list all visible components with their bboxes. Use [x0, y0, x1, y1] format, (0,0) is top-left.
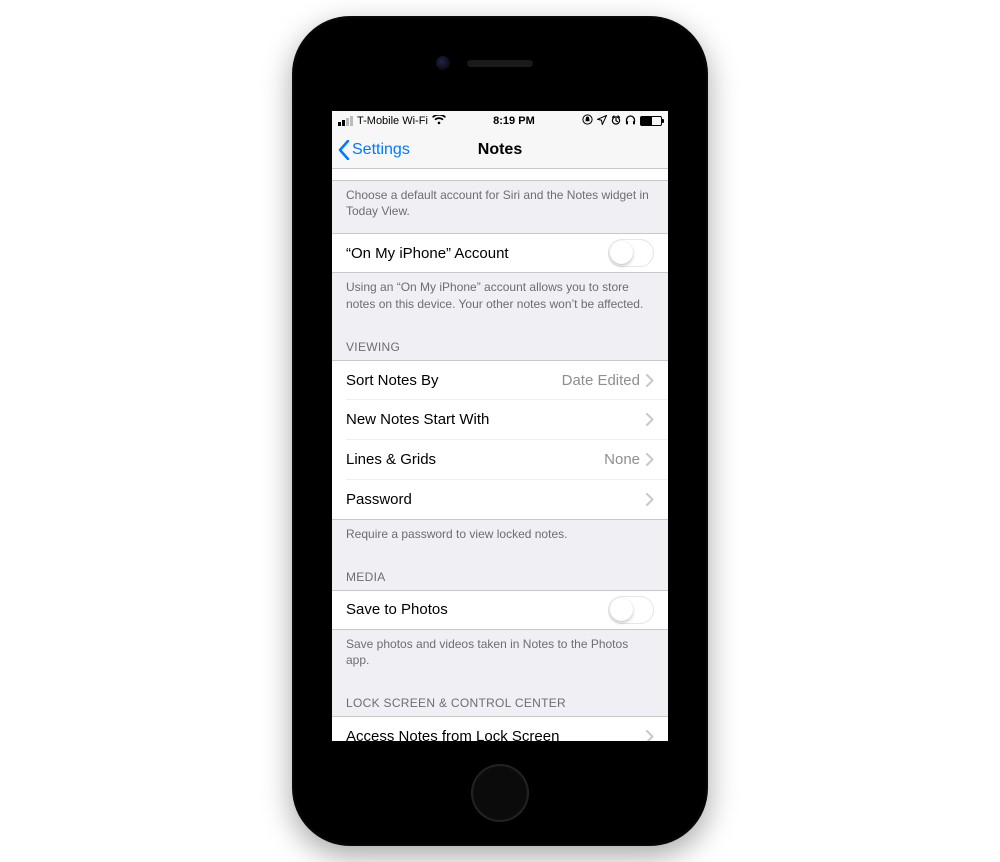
navigation-bar: Settings Notes	[332, 131, 668, 169]
save-to-photos-toggle[interactable]	[608, 596, 654, 624]
default-account-footer: Choose a default account for Siri and th…	[332, 181, 668, 233]
on-my-iphone-footer: Using an “On My iPhone” account allows y…	[332, 273, 668, 325]
battery-icon	[640, 116, 662, 126]
headphones-icon	[625, 115, 636, 128]
row-label: Password	[346, 491, 412, 508]
chevron-right-icon	[646, 413, 654, 426]
password-row[interactable]: Password	[332, 480, 668, 520]
on-my-iphone-toggle[interactable]	[608, 239, 654, 267]
viewing-header: Viewing	[332, 326, 668, 360]
row-label: Lines & Grids	[346, 451, 436, 468]
sort-notes-row[interactable]: Sort Notes By Date Edited	[332, 360, 668, 400]
screen: T-Mobile Wi-Fi 8:19 PM	[332, 111, 668, 741]
settings-list[interactable]: Default Account iCloud Choose a default …	[332, 169, 668, 741]
orientation-lock-icon	[582, 114, 593, 128]
chevron-right-icon	[646, 374, 654, 387]
new-notes-start-row[interactable]: New Notes Start With	[332, 400, 668, 440]
row-label: Save to Photos	[346, 601, 448, 618]
location-icon	[597, 115, 607, 128]
default-account-row[interactable]: Default Account iCloud	[332, 169, 668, 181]
row-label: New Notes Start With	[346, 411, 489, 428]
row-label: “On My iPhone” Account	[346, 245, 509, 262]
media-header: Media	[332, 556, 668, 590]
chevron-right-icon	[646, 493, 654, 506]
chevron-right-icon	[646, 730, 654, 741]
carrier-label: T-Mobile Wi-Fi	[357, 115, 428, 127]
chevron-right-icon	[646, 453, 654, 466]
iphone-frame: T-Mobile Wi-Fi 8:19 PM	[292, 16, 708, 846]
alarm-icon	[611, 115, 621, 128]
row-value: None	[604, 451, 640, 468]
lines-grids-row[interactable]: Lines & Grids None	[332, 440, 668, 480]
row-label: Sort Notes By	[346, 372, 439, 389]
page-title: Notes	[332, 141, 668, 159]
on-my-iphone-row[interactable]: “On My iPhone” Account	[332, 233, 668, 273]
wifi-icon	[432, 115, 446, 128]
row-value: Date Edited	[562, 372, 640, 389]
row-label: Access Notes from Lock Screen	[346, 728, 559, 741]
lockscreen-header: Lock Screen & Control Center	[332, 682, 668, 716]
cellular-signal-icon	[338, 116, 353, 126]
save-to-photos-row[interactable]: Save to Photos	[332, 590, 668, 630]
status-bar: T-Mobile Wi-Fi 8:19 PM	[332, 111, 668, 131]
clock-label: 8:19 PM	[493, 115, 535, 127]
access-lockscreen-row[interactable]: Access Notes from Lock Screen	[332, 716, 668, 741]
viewing-footer: Require a password to view locked notes.	[332, 520, 668, 556]
media-footer: Save photos and videos taken in Notes to…	[332, 630, 668, 682]
home-button[interactable]	[471, 764, 529, 822]
